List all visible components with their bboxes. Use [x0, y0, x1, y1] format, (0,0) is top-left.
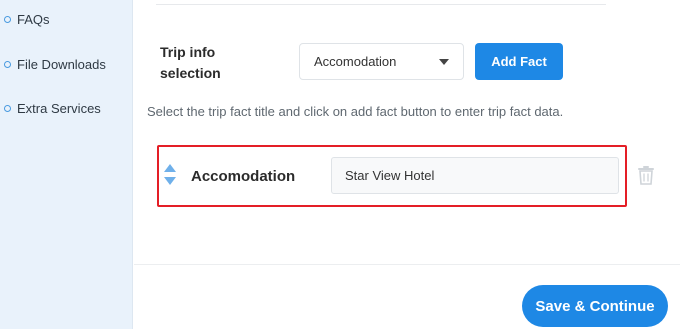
trip-fact-row: Accomodation: [157, 145, 627, 207]
trip-fact-select[interactable]: Accomodation: [299, 43, 464, 80]
save-continue-button[interactable]: Save & Continue: [522, 285, 668, 327]
circle-bullet-icon: [4, 105, 11, 112]
divider: [156, 4, 606, 5]
trash-icon[interactable]: [637, 165, 655, 185]
trip-fact-select-value: Accomodation: [314, 54, 397, 69]
sidebar-item-label: File Downloads: [17, 57, 106, 72]
help-text: Select the trip fact title and click on …: [147, 104, 564, 119]
sidebar-item-faqs[interactable]: FAQs: [4, 12, 50, 27]
caret-down-icon: [439, 59, 449, 65]
sidebar-item-label: FAQs: [17, 12, 50, 27]
circle-bullet-icon: [4, 61, 11, 68]
sidebar-item-extra-services[interactable]: Extra Services: [4, 101, 101, 116]
sort-handle-icon[interactable]: [164, 164, 176, 188]
sidebar: FAQs File Downloads Extra Services: [0, 0, 133, 329]
trip-info-label: Trip info selection: [160, 44, 221, 81]
circle-bullet-icon: [4, 16, 11, 23]
fact-value-input[interactable]: [331, 157, 619, 194]
divider: [134, 264, 680, 265]
main-panel: Trip info selection Accomodation Add Fac…: [134, 0, 680, 329]
add-fact-button[interactable]: Add Fact: [475, 43, 563, 80]
sidebar-item-file-downloads[interactable]: File Downloads: [4, 57, 106, 72]
fact-title: Accomodation: [191, 168, 296, 185]
sidebar-item-label: Extra Services: [17, 101, 101, 116]
